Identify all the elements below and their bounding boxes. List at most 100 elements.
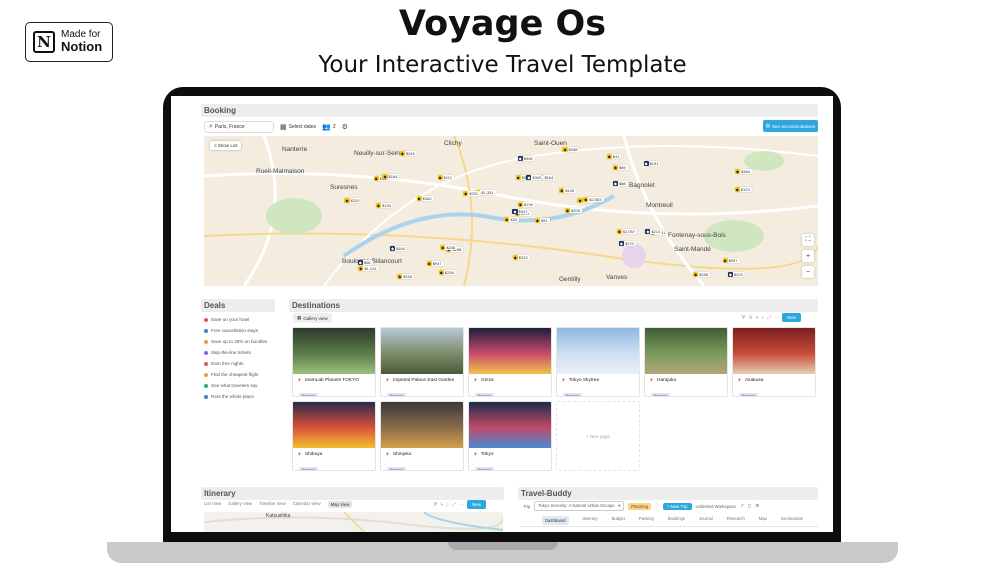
expand-icon[interactable]: ⤢ [767,315,771,321]
destination-card[interactable]: 📍 Shibuya Planned [292,401,376,471]
price-marker[interactable]: ◆ $945 [517,155,535,161]
price-marker[interactable]: ◆ $947 [426,260,444,266]
price-marker[interactable]: ◆ $111 [437,175,454,181]
deal-item[interactable]: Find the cheapest flight [204,369,267,380]
tab-dashboard[interactable]: Dashboard [542,516,569,525]
price-marker[interactable]: ◆$258 [693,271,711,277]
price-marker[interactable]: ◆ $947 [512,209,530,215]
trip-select[interactable]: Tokyo Serenity: A Natural Urban Escape ▾ [534,501,625,511]
zoom-out-icon[interactable]: − [802,266,814,278]
price-marker[interactable]: ◆ $223 [727,272,745,278]
deal-item[interactable]: Earn free nights [204,358,267,369]
deal-item[interactable]: Save up to 30% on bundles [204,336,267,347]
tab-calendar-view[interactable]: Calendar View [293,501,321,508]
dates-button[interactable]: ▦ Select dates [280,123,316,131]
deal-item[interactable]: Skip-the-line tickets [204,347,267,358]
destination-card[interactable]: 📍 Imperial Palace East Garden Planned [380,327,464,397]
price-marker[interactable]: ◆ $249 [399,150,417,156]
filters-button[interactable]: ⚙ [342,123,348,131]
booking-map[interactable]: ≡ Show List ⛶ + − Neuilly-sur-Seine Rueil… [204,136,818,286]
link-icon[interactable]: ↗ [740,503,744,509]
tab-itinerary[interactable]: Itinerary [583,516,598,525]
expand-icon[interactable]: ⤢ [452,502,456,508]
location-input[interactable]: ⌕ Paris, France [204,121,274,133]
destination-card[interactable]: 📍 Asakusa Planned [732,327,816,397]
price-marker[interactable]: ◆ $231 [463,191,481,197]
price-marker[interactable]: ◆ $118 [397,274,414,280]
price-marker[interactable]: ◆$258 [438,270,456,276]
filter-icon[interactable]: ⧩ [433,502,437,508]
price-marker[interactable]: ◆ $151 [643,161,661,167]
guests-button[interactable]: 👥 2 [322,123,336,131]
price-marker[interactable]: ◆ $2,563 [583,197,604,203]
price-marker[interactable]: ◆ $209 [564,208,582,214]
itinerary-map[interactable]: Katsushika [204,512,503,532]
gallery-view-tab[interactable]: ▦ Gallery view [293,313,332,323]
price-marker[interactable]: ◆ $1,124 [358,266,379,272]
price-marker[interactable]: ◆ $98 [357,260,373,265]
filter-icon[interactable]: ⧩ [741,315,745,321]
destination-card[interactable]: 📍 Harajuku Planned [644,327,728,397]
price-marker[interactable]: ◆ $246 [440,245,458,251]
tab-gallery-view[interactable]: Gallery View [228,501,252,508]
price-marker[interactable]: ◆ $91 [534,218,550,224]
price-marker[interactable]: ◆$258 [562,147,580,153]
destination-card[interactable]: 📍 Shinjuku Planned [380,401,464,471]
heart-icon[interactable]: ♡ [655,503,659,509]
price-marker[interactable]: ◆ $139 [559,187,577,193]
tab-journal[interactable]: Journal [699,516,713,525]
fullscreen-icon[interactable]: ⛶ [802,234,814,246]
tab-map-view[interactable]: Map View [327,501,353,508]
price-marker[interactable]: ◆$164 [390,246,408,251]
new-itinerary-button[interactable]: New [466,500,486,509]
new-destination-button[interactable]: New [782,313,802,322]
lightning-icon[interactable]: ϟ [756,315,759,321]
more-icon[interactable]: ⋯ [774,315,779,321]
zoom-in-icon[interactable]: + [802,250,814,262]
tab-timeline-view[interactable]: Timeline View [259,501,286,508]
more-icon[interactable]: ⋯ [459,502,464,508]
price-marker[interactable]: ◆ $384 [734,168,752,174]
see-accommodations-button[interactable]: ▤ See accommodations [763,120,818,132]
tab-packing[interactable]: Packing [639,516,654,525]
tab-geolocation[interactable]: Geolocation [781,516,803,525]
price-marker[interactable]: ◆ $340 [526,175,544,181]
tab-map[interactable]: Map [759,516,767,525]
deal-item[interactable]: See what travelers say [204,380,267,391]
price-marker[interactable]: ◆ $88 [612,181,628,187]
tab-list-view[interactable]: List View [204,501,221,508]
new-trip-button[interactable]: + New Trip [662,502,692,510]
destination-card[interactable]: 📍 teamLab Planets TOKYO Planned [292,327,376,397]
deal-item[interactable]: Free cancellation stays [204,325,267,336]
new-page-card[interactable]: + New page [556,401,640,471]
search-icon[interactable]: ⌕ [446,502,449,508]
price-marker[interactable]: ◆ $1,057 [616,229,638,235]
show-list-button[interactable]: ≡ Show List [210,141,242,150]
deal-item[interactable]: Rent the whole place [204,391,267,402]
price-marker[interactable]: ◆ $213 [645,228,663,234]
price-marker[interactable]: ◆ $134 [375,202,393,208]
price-marker[interactable]: ◆ $89 [612,164,628,170]
price-marker[interactable]: ◆ $123 [734,186,752,192]
sort-icon[interactable]: ⇅ [748,315,752,321]
price-marker[interactable]: ◆ $154 [382,173,400,179]
chat-icon[interactable]: ◻ [748,503,752,509]
price-marker[interactable]: ◆ $270 [618,241,636,247]
destination-card[interactable]: 📍 Tokyo Planned [468,401,552,471]
tab-bookings[interactable]: Bookings [668,516,685,525]
tab-research[interactable]: Research [727,516,745,525]
deal-item[interactable]: Save on your hotel [204,314,267,325]
tab-budget[interactable]: Budget [612,516,625,525]
price-marker[interactable]: ◆ $139 [517,201,535,207]
price-marker[interactable]: ◆ $33 [504,216,520,222]
destination-card[interactable]: 📍 Tokyo Skytree Planned [556,327,640,397]
lightning-icon[interactable]: ϟ [440,502,443,508]
settings-icon[interactable]: ⚙ [755,503,759,509]
price-marker[interactable]: ◆ $597 [722,257,740,263]
price-marker[interactable]: ◆ $220 [344,198,362,204]
search-icon[interactable]: ⌕ [761,315,764,321]
price-marker[interactable]: ◆ $163 [416,195,434,201]
price-marker[interactable]: ◆ $41 [606,154,622,160]
destination-card[interactable]: 📍 Ginza Planned [468,327,552,397]
price-marker[interactable]: ◆$332 [512,254,530,260]
